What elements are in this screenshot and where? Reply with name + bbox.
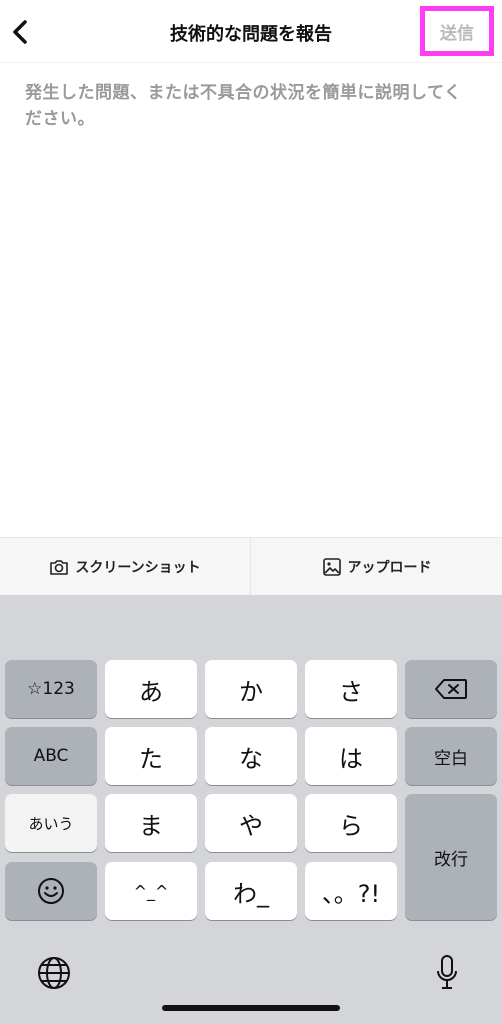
send-button[interactable]: 送信 xyxy=(425,11,489,51)
upload-button[interactable]: アップロード xyxy=(251,538,502,595)
return-key[interactable]: 改行 xyxy=(405,794,497,920)
camera-icon xyxy=(50,559,69,575)
key-na[interactable]: な xyxy=(205,727,297,785)
report-text-area[interactable]: 発生した問題、または不具合の状況を簡単に説明してください。 xyxy=(25,80,475,520)
upload-label: アップロード xyxy=(347,559,432,576)
screenshot-label: スクリーンショット xyxy=(75,559,201,576)
image-icon xyxy=(322,557,341,576)
attachment-bar: スクリーンショット アップロード xyxy=(0,537,502,595)
key-a[interactable]: あ xyxy=(105,660,197,718)
emoji-key[interactable] xyxy=(5,862,97,920)
microphone-icon xyxy=(437,955,457,989)
emoji-icon xyxy=(38,878,64,904)
mic-key[interactable] xyxy=(432,953,462,993)
key-abc[interactable]: ABC xyxy=(5,727,97,785)
header-divider xyxy=(0,62,502,63)
key-ta[interactable]: た xyxy=(105,727,197,785)
header: 技術的な問題を報告 送信 xyxy=(0,0,502,62)
key-ma[interactable]: ま xyxy=(105,794,197,852)
globe-icon xyxy=(38,957,70,989)
key-ra[interactable]: ら xyxy=(305,794,397,852)
send-highlight: 送信 xyxy=(420,6,494,56)
key-wa[interactable]: わ_ xyxy=(205,862,297,920)
key-emoticon[interactable]: ^_^ xyxy=(105,862,197,920)
key-ha[interactable]: は xyxy=(305,727,397,785)
key-punctuation[interactable]: 、。?! xyxy=(305,862,397,920)
space-key[interactable]: 空白 xyxy=(405,727,497,785)
key-ya[interactable]: や xyxy=(205,794,297,852)
screenshot-button[interactable]: スクリーンショット xyxy=(0,538,251,595)
globe-key[interactable] xyxy=(36,955,72,991)
key-hiragana[interactable]: あいう xyxy=(5,794,97,852)
key-sa[interactable]: さ xyxy=(305,660,397,718)
key-numbers[interactable]: ☆123 xyxy=(5,660,97,718)
home-indicator xyxy=(162,1005,340,1011)
key-ka[interactable]: か xyxy=(205,660,297,718)
keyboard: ☆123 あ か さ ABC た な は 空白 あいう ま や ら 改行 ^_^… xyxy=(0,595,502,1024)
delete-key[interactable] xyxy=(405,660,497,718)
backspace-icon xyxy=(435,679,467,699)
